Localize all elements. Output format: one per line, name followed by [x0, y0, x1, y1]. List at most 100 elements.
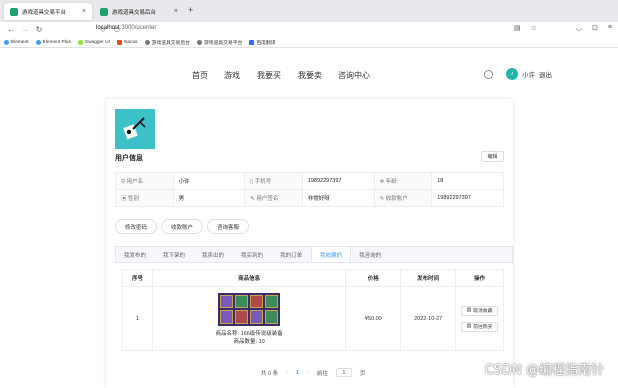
info-value: 男 — [172, 189, 246, 207]
header-user-area: … ♪ 小许 退出 — [484, 68, 552, 80]
tab-favorites[interactable]: 我收藏的 — [311, 247, 352, 262]
bookmark-item[interactable]: Element Plus — [35, 39, 71, 45]
browser-tab-active[interactable]: 游戏道具交易平台 × — [4, 3, 92, 20]
menu-consult[interactable]: 咨询中心 — [338, 70, 370, 81]
tab-published[interactable]: 我发布的 — [116, 247, 155, 262]
user-tabs: 我发布的 我下架的 我卖出的 我买到的 我的订单 我收藏的 我咨询的 — [115, 246, 513, 263]
item-tile — [265, 294, 279, 308]
chat-icon[interactable]: … — [484, 69, 493, 79]
info-label: ✎ 收款账户 — [373, 189, 433, 207]
close-icon[interactable]: × — [82, 8, 86, 15]
menu-games[interactable]: 游戏 — [224, 70, 240, 81]
payment-account-button[interactable]: 收款账户 — [161, 219, 204, 234]
item-tile — [235, 310, 249, 324]
bookmark-item[interactable]: Swagger UI — [77, 39, 110, 45]
action-cell: ▥ 取消收藏 ▥ 前往购买 — [455, 286, 504, 351]
bookmark-item[interactable]: Nacos — [116, 39, 138, 45]
item-tile — [220, 294, 234, 308]
info-label: ▣ 性别 — [115, 189, 174, 207]
music-note-icon — [123, 117, 146, 140]
star-icon[interactable]: ☆ — [531, 24, 537, 32]
column-header: 操作 — [455, 269, 504, 287]
goods-name: 商品名称: 166级传说级装备 — [215, 330, 283, 337]
url-host: localhost — [96, 25, 120, 31]
browser-tab-title: 游戏道具交易后台 — [112, 9, 157, 16]
new-tab-button[interactable]: + — [188, 5, 193, 15]
label-text: 用户签名 — [256, 196, 279, 202]
item-tile — [235, 294, 249, 308]
reader-icon[interactable]: ▤ — [514, 24, 521, 32]
bookmark-label: 游戏道具交易后台 — [151, 40, 190, 46]
goto-page-input[interactable]: 1 — [335, 368, 352, 377]
goods-cell: 商品名称: 166级传说级装备 商品数量: 10 — [151, 286, 347, 351]
bookmark-label: Element — [11, 39, 29, 45]
address-bar[interactable]: localhost:3000/ucenter — [96, 25, 156, 31]
goods-image[interactable] — [218, 292, 281, 326]
info-label: ▯ 手机号 — [244, 172, 303, 190]
table-row: 1 商品名称: 166级传说级装备 商品数量: 10 ¥50.00 2022-1… — [122, 286, 504, 351]
change-password-button[interactable]: 修改密码 — [115, 219, 158, 234]
swagger-icon — [77, 39, 83, 45]
page-number[interactable]: 1 — [296, 370, 299, 376]
globe-icon — [196, 39, 202, 45]
close-icon[interactable]: × — [174, 8, 178, 15]
date-cell: 2022-10-27 — [400, 286, 457, 351]
info-value: 19892297397 — [301, 172, 375, 190]
bookmark-item[interactable]: 游戏道具交易平台 — [196, 39, 243, 46]
cancel-favorite-button[interactable]: ▥ 取消收藏 — [460, 305, 499, 316]
reload-icon[interactable]: ↻ — [32, 25, 46, 34]
element-icon — [4, 39, 9, 45]
item-tile — [250, 310, 264, 324]
bookmark-label: Element Plus — [42, 39, 71, 45]
watermark: CSDN @编程指南针 — [484, 363, 604, 378]
bookmark-label: Swagger UI — [84, 39, 110, 45]
username[interactable]: 小许 — [522, 69, 535, 79]
extensions-icon[interactable]: ⊡ — [592, 24, 598, 32]
browser-tab[interactable]: 游戏道具交易后台 × — [94, 3, 184, 20]
next-page-button[interactable]: › — [307, 370, 309, 376]
label-text: 性别 — [128, 196, 140, 202]
info-row: ▣ 性别 男 ✎ 用户签名 非常好呀 ✎ 收款账户 19892297397 — [115, 189, 504, 207]
avatar[interactable]: ♪ — [506, 68, 518, 80]
info-value: 18 — [431, 172, 504, 190]
info-label: ⚲ 用户名 — [115, 172, 174, 190]
edit-button[interactable]: 编辑 — [481, 151, 504, 162]
goto-label: 前往 — [316, 370, 328, 377]
info-value: 小许 — [172, 172, 246, 190]
bookmark-label: 游戏道具交易平台 — [203, 40, 243, 46]
info-value: 非常好呀 — [301, 189, 375, 207]
menu-buy[interactable]: 我要买 — [257, 70, 281, 81]
label-text: 手机号 — [254, 179, 272, 185]
go-buy-button[interactable]: ▥ 前往购买 — [460, 321, 499, 332]
tab-bought[interactable]: 我买到的 — [233, 247, 272, 262]
page-title: 用户信息 — [115, 155, 143, 162]
back-arrow-icon[interactable]: ← — [4, 25, 18, 34]
bookmarks-bar: Element Element Plus Swagger UI Nacos 游戏… — [0, 37, 618, 48]
item-tile — [250, 294, 264, 308]
browser-tab-title: 游戏道具交易平台 — [22, 9, 67, 16]
address-actions: ▤ ☆ — [514, 24, 537, 32]
forward-arrow-icon[interactable]: → — [18, 25, 32, 34]
menu-home[interactable]: 首页 — [192, 70, 208, 81]
customer-service-button[interactable]: 咨询客服 — [207, 219, 250, 234]
label-text: 用户名 — [126, 179, 144, 185]
pocket-icon[interactable]: ◡ — [576, 24, 582, 32]
bookmark-item[interactable]: 百度翻译 — [249, 39, 276, 46]
tab-consulted[interactable]: 我咨询的 — [351, 247, 390, 262]
logout-link[interactable]: 退出 — [539, 69, 552, 79]
button-label: 前往购买 — [473, 325, 493, 330]
tab-sold[interactable]: 我卖出的 — [194, 247, 233, 262]
user-info-table: ⚲ 用户名 小许 ▯ 手机号 19892297397 ✲ 年龄 18 ▣ 性别 … — [115, 172, 504, 207]
tab-removed[interactable]: 我下架的 — [155, 247, 194, 262]
tab-orders[interactable]: 我的订单 — [272, 247, 311, 262]
prev-page-button[interactable]: ‹ — [286, 370, 288, 376]
translate-icon — [249, 39, 255, 45]
bookmark-item[interactable]: Element — [4, 39, 29, 45]
page-suffix: 页 — [359, 370, 366, 377]
url-path: :3000/ucenter — [119, 25, 157, 31]
info-label: ✎ 用户签名 — [244, 189, 303, 207]
bookmark-item[interactable]: 游戏道具交易后台 — [144, 39, 190, 46]
info-value: 19892297397 — [431, 189, 504, 207]
menu-icon[interactable]: ≡ — [608, 24, 612, 32]
menu-sell[interactable]: 我要卖 — [298, 70, 322, 81]
